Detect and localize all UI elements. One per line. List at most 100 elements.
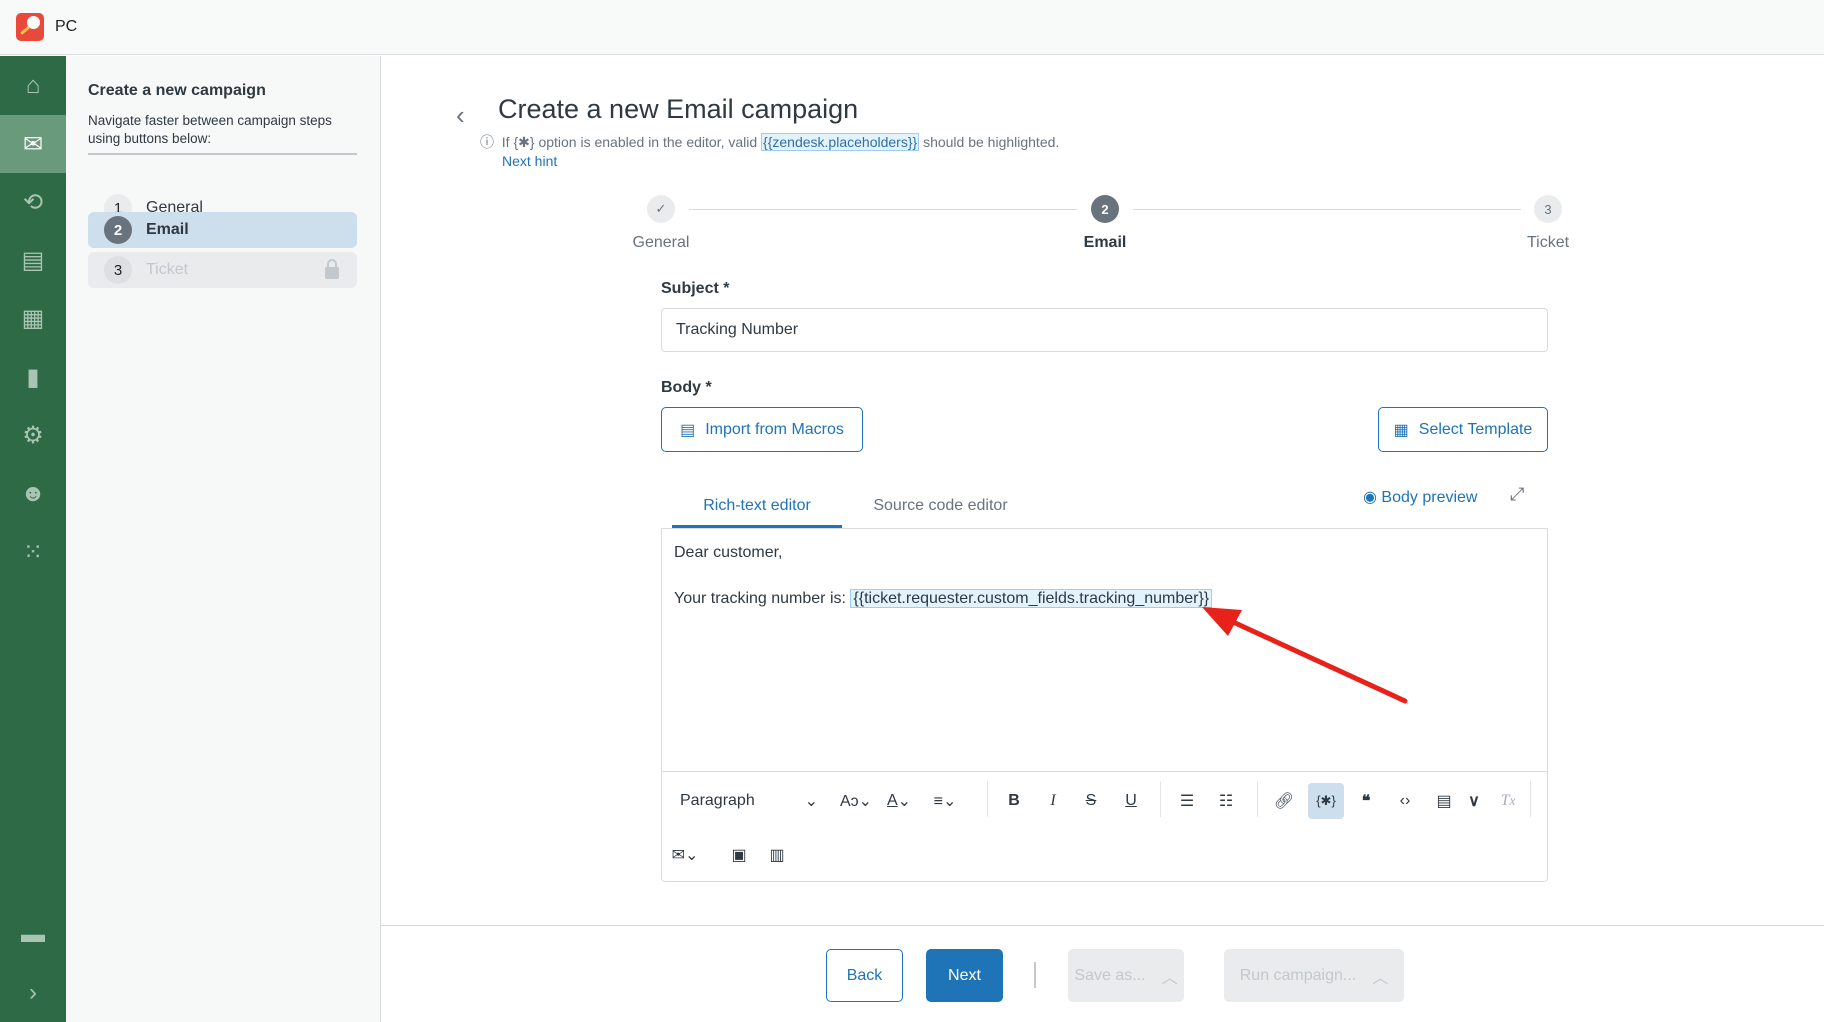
hint-mid: option is enabled in the editor, valid <box>538 134 758 150</box>
mail-icon[interactable]: ✉ <box>0 115 66 173</box>
panel-step-ticket: 3 Ticket <box>88 252 357 288</box>
font-color-icon[interactable]: A ⌄ <box>884 783 914 819</box>
home-icon[interactable]: ⌂ <box>0 57 66 115</box>
chevron-down-icon[interactable]: ∨ <box>1459 783 1489 819</box>
app-logo <box>16 13 44 41</box>
toolbar-divider <box>662 771 1547 772</box>
tab-source-code-editor[interactable]: Source code editor <box>858 497 1023 528</box>
font-size-icon[interactable]: Aↄ⌄ <box>840 783 872 819</box>
import-from-macros-button[interactable]: ▤ Import from Macros <box>661 407 863 452</box>
bold-icon[interactable]: B <box>999 783 1029 819</box>
hint-pre: If <box>501 134 510 150</box>
separator <box>1034 962 1036 988</box>
run-campaign-button: Run campaign... ︿ <box>1224 949 1404 1002</box>
paragraph-format-select[interactable]: Paragraph ⌄ <box>674 783 824 819</box>
step-label-ticket: Ticket <box>1526 234 1570 251</box>
align-icon[interactable]: ≡⌄ <box>930 783 960 819</box>
add-widget-icon[interactable]: ▦ <box>0 289 66 347</box>
hint-text: ⓘ If {✱} option is enabled in the editor… <box>480 132 1059 152</box>
strikethrough-icon[interactable]: S <box>1076 783 1106 819</box>
panel-title: Create a new campaign <box>88 82 266 99</box>
fullscreen-icon[interactable]: ⤢ <box>1510 484 1524 505</box>
app-title: PC <box>55 18 78 35</box>
placeholder-highlight-icon[interactable]: {✱} <box>1308 783 1344 819</box>
document-icon: ▤ <box>680 421 696 439</box>
underline-icon[interactable]: U <box>1116 783 1146 819</box>
stepper-line <box>689 209 1077 210</box>
image-icon[interactable]: ▣ <box>724 837 754 873</box>
separator <box>1257 781 1258 817</box>
archive-icon[interactable]: ▤ <box>0 231 66 289</box>
panel-step-email[interactable]: 2 Email <box>88 212 357 248</box>
step-number: 3 <box>104 256 132 284</box>
annotation-arrow <box>1202 607 1408 704</box>
blockquote-icon[interactable]: ❝ <box>1351 783 1381 819</box>
automation-icon[interactable]: ⟲ <box>0 173 66 231</box>
chevron-up-icon: ︿ <box>1161 969 1178 987</box>
select-template-button[interactable]: ▦ Select Template <box>1378 407 1548 452</box>
editor-content[interactable]: Dear customer, Your tracking number is: … <box>674 543 1213 609</box>
step-label-email: Email <box>1083 234 1127 251</box>
chat-icon[interactable]: ▬ <box>0 906 66 964</box>
step-circle-email[interactable]: 2 <box>1091 195 1119 223</box>
stepper-line <box>1133 209 1521 210</box>
step-label-general: General <box>632 234 690 251</box>
editor-line: Your tracking number is: {{ticket.reques… <box>674 589 1213 609</box>
separator <box>1160 781 1161 817</box>
hint-placeholder: {{zendesk.placeholders}} <box>761 133 920 151</box>
placeholder-toggle-icon: {✱} <box>513 134 535 150</box>
button-label: Import from Macros <box>705 420 844 438</box>
page-title: Create a new Email campaign <box>498 94 859 124</box>
panel-description: Navigate faster between campaign steps u… <box>88 113 332 146</box>
top-bar: PC <box>0 0 1824 55</box>
eye-icon: ◉ <box>1363 489 1377 506</box>
hint-post: should be highlighted. <box>923 134 1060 150</box>
bullet-list-icon[interactable]: ☰ <box>1172 783 1202 819</box>
step-number: 2 <box>104 216 132 244</box>
button-label: Select Template <box>1418 420 1533 438</box>
step-circle-ticket: 3 <box>1534 195 1562 223</box>
nav-rail: ⌂ ✉ ⟲ ▤ ▦ ▮ ⚙ ☻ ⁙ ▬ › <box>0 56 66 1022</box>
chevron-up-icon: ︿ <box>1372 969 1389 987</box>
text: Your tracking number is: <box>674 590 846 607</box>
subject-label: Subject * <box>661 280 730 297</box>
divider <box>88 153 357 155</box>
apps-grid-icon[interactable]: ⁙ <box>0 523 66 581</box>
body-preview-button[interactable]: ◉ Body preview <box>1363 487 1477 507</box>
clear-formatting-icon[interactable]: Tx <box>1493 783 1523 819</box>
info-icon: ⓘ <box>480 134 494 150</box>
save-as-button: Save as... ︿ <box>1068 949 1184 1002</box>
body-label: Body * <box>661 379 712 396</box>
email-insert-icon[interactable]: ✉⌄ <box>670 837 700 873</box>
editor-line: Dear customer, <box>674 544 783 561</box>
link-icon[interactable]: 🔗︎ <box>1269 783 1299 819</box>
back-button[interactable]: Back <box>826 949 903 1002</box>
select-value: Paragraph <box>680 792 755 809</box>
button-label: Save as... <box>1074 966 1146 984</box>
next-hint-link[interactable]: Next hint <box>502 153 557 169</box>
campaign-steps-panel: Create a new campaign Navigate faster be… <box>66 56 381 1022</box>
chevron-right-icon[interactable]: › <box>0 964 66 1022</box>
numbered-list-icon[interactable]: ☷ <box>1211 783 1241 819</box>
placeholder-token: {{ticket.requester.custom_fields.trackin… <box>850 589 1213 608</box>
subject-input[interactable] <box>661 308 1548 352</box>
next-button[interactable]: Next <box>926 949 1003 1002</box>
button-label: Body preview <box>1381 489 1478 506</box>
back-chevron-icon[interactable]: ‹ <box>456 100 465 131</box>
separator <box>987 781 988 817</box>
footer-divider <box>381 925 1824 926</box>
users-icon[interactable]: ☻ <box>0 465 66 523</box>
button-label: Run campaign... <box>1239 966 1357 984</box>
step-label: Email <box>146 221 189 238</box>
step-label: Ticket <box>146 261 189 278</box>
code-icon[interactable]: ‹› <box>1390 783 1420 819</box>
chart-icon[interactable]: ▮ <box>0 348 66 406</box>
lock-icon <box>325 259 339 279</box>
gear-icon[interactable]: ⚙ <box>0 406 66 464</box>
chevron-down-icon: ⌄ <box>804 793 818 810</box>
tab-rich-text-editor[interactable]: Rich-text editor <box>672 497 842 528</box>
html-block-icon[interactable]: ▥ <box>762 837 792 873</box>
code-block-icon[interactable]: ▤ <box>1429 783 1459 819</box>
italic-icon[interactable]: I <box>1038 783 1068 819</box>
step-done-check-icon[interactable]: ✓ <box>647 195 675 223</box>
